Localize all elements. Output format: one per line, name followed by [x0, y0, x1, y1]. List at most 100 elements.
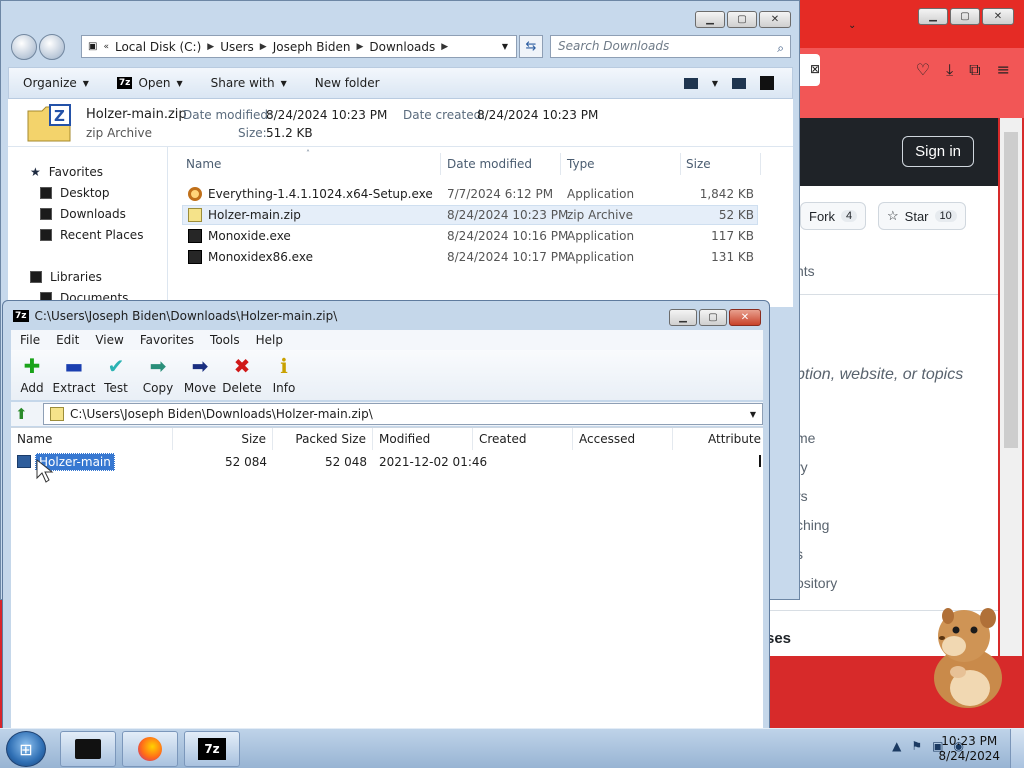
file-row[interactable]: Monoxide.exe 8/24/2024 10:16 PM Applicat… [182, 226, 758, 246]
info-button[interactable]: ℹ Info [263, 350, 305, 400]
column-header-attributes[interactable]: Attribute [673, 428, 763, 450]
star-label: Star [904, 208, 929, 224]
nav-label: Downloads [60, 207, 126, 221]
new-folder-button[interactable]: New folder [301, 76, 394, 90]
help-icon[interactable] [760, 76, 774, 90]
show-hidden-icons-icon[interactable]: ▲ [892, 739, 901, 753]
folder-icon [17, 455, 31, 468]
nav-libraries[interactable]: Libraries [30, 270, 102, 284]
pocket-icon[interactable]: ♡ [916, 60, 930, 80]
zip-file-icon: Z [27, 104, 71, 142]
taskbar-app-explorer[interactable] [60, 731, 116, 767]
menu-view[interactable]: View [95, 333, 123, 347]
up-folder-icon[interactable]: ⬆ [15, 405, 28, 423]
add-button[interactable]: ✚ Add [11, 350, 53, 400]
maximize-button[interactable]: ▢ [950, 8, 980, 25]
nav-favorites[interactable]: ★ Favorites [30, 165, 103, 179]
page-text-fragment[interactable]: ository [796, 575, 837, 591]
downloads-folder-icon [40, 208, 52, 220]
menu-favorites[interactable]: Favorites [140, 333, 194, 347]
action-center-icon[interactable]: ⚑ [911, 739, 922, 753]
test-button[interactable]: ✔ Test [95, 350, 137, 400]
star-button[interactable]: ☆ Star 10 [878, 202, 966, 230]
downloads-icon[interactable]: ⤓ [946, 60, 953, 80]
column-header-modified[interactable]: Modified [373, 428, 473, 450]
file-name: Holzer-main.zip [208, 207, 301, 222]
taskbar-app-firefox[interactable] [122, 731, 178, 767]
breadcrumb-item[interactable]: Joseph Biden [273, 40, 351, 54]
delete-button[interactable]: ✖ Delete [221, 350, 263, 400]
extract-button[interactable]: ▬ Extract [53, 350, 96, 400]
menu-edit[interactable]: Edit [56, 333, 79, 347]
back-button[interactable] [11, 34, 37, 60]
path-dropdown-icon[interactable]: ▼ [750, 410, 756, 419]
maximize-button[interactable]: ▢ [727, 11, 757, 28]
column-header-type[interactable]: Type [567, 157, 595, 171]
size-value: 51.2 KB [266, 126, 313, 140]
column-header-size[interactable]: Size [686, 157, 711, 171]
show-desktop-button[interactable] [1010, 729, 1024, 768]
desktop-icon [40, 187, 52, 199]
search-input[interactable]: Search Downloads ⌕ [550, 35, 791, 58]
sign-in-button[interactable]: Sign in [902, 136, 974, 167]
nav-downloads[interactable]: Downloads [40, 207, 126, 221]
column-header-created[interactable]: Created [473, 428, 573, 450]
fork-label: Fork [809, 208, 835, 224]
address-bar[interactable]: ▣ « Local Disk (C:) ▶ Users ▶ Joseph Bid… [81, 35, 517, 58]
column-header-accessed[interactable]: Accessed [573, 428, 673, 450]
path-input[interactable]: C:\Users\Joseph Biden\Downloads\Holzer-m… [43, 403, 763, 425]
file-type: Application [567, 250, 635, 264]
nav-label: Favorites [48, 165, 103, 179]
address-dropdown-icon[interactable]: ▼ [502, 42, 508, 51]
column-header-date-modified[interactable]: Date modified [447, 157, 532, 171]
breadcrumb-item[interactable]: Downloads [369, 40, 435, 54]
view-options-icon[interactable] [683, 77, 698, 89]
move-button[interactable]: ➡ Move [179, 350, 221, 400]
breadcrumb-item[interactable]: Local Disk (C:) [115, 40, 201, 54]
close-button[interactable]: ✕ [729, 309, 761, 326]
file-modified: 8/24/2024 10:23 PM [447, 208, 569, 222]
tool-label: Test [104, 381, 128, 395]
reader-icon[interactable]: ⊠ [810, 62, 820, 76]
maximize-button[interactable]: ▢ [699, 309, 727, 326]
search-icon[interactable]: ⌕ [777, 38, 784, 59]
organize-menu[interactable]: Organize ▼ [9, 76, 103, 90]
view-dropdown-icon[interactable]: ▼ [712, 79, 718, 88]
svg-text:Z: Z [54, 107, 65, 125]
tab-list-chevron-icon[interactable]: ⌄ [848, 20, 856, 31]
column-header-name[interactable]: Name [11, 428, 173, 450]
minimize-button[interactable]: ▁ [695, 11, 725, 28]
close-button[interactable]: ✕ [982, 8, 1014, 25]
file-row[interactable]: Holzer-main.zip 8/24/2024 10:23 PM zip A… [182, 205, 758, 225]
clock-date: 8/24/2024 [938, 749, 1000, 763]
column-header-packed-size[interactable]: Packed Size [273, 428, 373, 450]
page-scrollbar[interactable] [1000, 118, 1022, 656]
share-with-menu[interactable]: Share with ▼ [197, 76, 301, 90]
menu-icon[interactable]: ≡ [997, 60, 1010, 80]
minimize-button[interactable]: ▁ [918, 8, 948, 25]
close-button[interactable]: ✕ [759, 11, 791, 28]
fork-button[interactable]: Fork 4 [800, 202, 867, 230]
refresh-button[interactable]: ⇆ [519, 35, 543, 58]
menu-help[interactable]: Help [256, 333, 283, 347]
copy-button[interactable]: ➡ Copy [137, 350, 179, 400]
nav-desktop[interactable]: Desktop [40, 186, 110, 200]
start-button[interactable]: ⊞ [6, 731, 46, 767]
breadcrumb-item[interactable]: Users [220, 40, 254, 54]
file-row[interactable]: Everything-1.4.1.1024.x64-Setup.exe 7/7/… [182, 184, 758, 204]
column-header-size[interactable]: Size [173, 428, 273, 450]
archive-row[interactable]: Holzer-main 52 084 52 048 2021-12-02 01:… [11, 452, 763, 472]
preview-pane-icon[interactable] [732, 77, 746, 89]
page-text-fragment[interactable]: ching [796, 517, 829, 533]
menu-file[interactable]: File [20, 333, 40, 347]
column-header-name[interactable]: Name [186, 157, 221, 171]
forward-button[interactable] [39, 34, 65, 60]
menu-tools[interactable]: Tools [210, 333, 240, 347]
open-button[interactable]: 7z Open ▼ [103, 76, 197, 90]
nav-recent-places[interactable]: Recent Places [40, 228, 143, 242]
file-row[interactable]: Monoxidex86.exe 8/24/2024 10:17 PM Appli… [182, 247, 758, 267]
system-clock[interactable]: 10:23 PM 8/24/2024 [938, 734, 1000, 764]
extensions-icon[interactable]: ⧉ [969, 60, 980, 80]
taskbar-app-sevenzip[interactable]: 7z [184, 731, 240, 767]
minimize-button[interactable]: ▁ [669, 309, 697, 326]
